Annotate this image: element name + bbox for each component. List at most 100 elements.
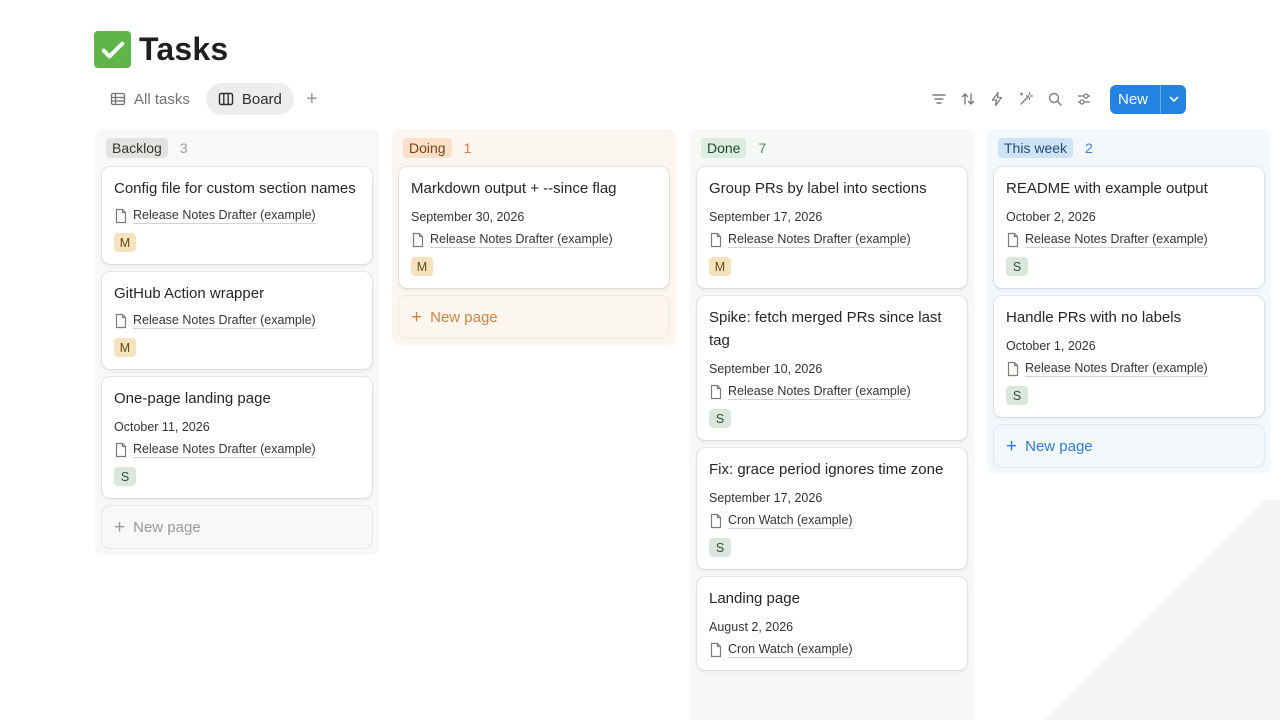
page-title: Tasks — [139, 31, 229, 67]
card-project[interactable]: Release Notes Drafter (example) — [114, 313, 360, 329]
view-tabs: All tasks Board + — [98, 83, 326, 115]
plus-icon: + — [114, 516, 126, 538]
card-date: September 17, 2026 — [709, 491, 823, 505]
column-count: 3 — [179, 140, 188, 156]
task-card[interactable]: Handle PRs with no labels October 1, 202… — [994, 296, 1264, 417]
card-title: Group PRs by label into sections — [709, 180, 927, 197]
card-title: Landing page — [709, 590, 800, 607]
tab-board[interactable]: Board — [205, 83, 294, 115]
avatar: S — [709, 409, 731, 428]
search-icon[interactable] — [1044, 84, 1067, 114]
column-header[interactable]: Backlog 3 — [102, 129, 372, 167]
card-project[interactable]: Cron Watch (example) — [709, 642, 955, 658]
page-icon — [710, 513, 722, 529]
new-dropdown-button[interactable] — [1160, 84, 1186, 114]
new-page-button[interactable]: + New page — [994, 425, 1264, 467]
card-title: One-page landing page — [114, 390, 271, 407]
task-card[interactable]: Landing page August 2, 2026 Cron Watch (… — [697, 577, 967, 670]
page-icon — [115, 442, 127, 458]
board-icon — [218, 92, 234, 106]
tab-label: Board — [241, 90, 282, 108]
new-page-button[interactable]: + New page — [102, 506, 372, 548]
project-name: Release Notes Drafter (example) — [133, 442, 316, 458]
task-card[interactable]: README with example output October 2, 20… — [994, 167, 1264, 288]
project-name: Release Notes Drafter (example) — [728, 384, 911, 400]
project-name: Cron Watch (example) — [728, 513, 853, 529]
card-title: README with example output — [1006, 180, 1208, 197]
tasks-page: Tasks All tasks Board + New Backlog 3 Co… — [0, 0, 1280, 720]
new-page-label: New page — [133, 518, 201, 536]
project-name: Release Notes Drafter (example) — [430, 232, 613, 248]
avatar: S — [709, 538, 731, 557]
new-button[interactable]: New — [1110, 85, 1160, 114]
status-badge: Backlog — [106, 138, 168, 158]
filter-icon[interactable] — [928, 84, 951, 114]
card-date: September 17, 2026 — [709, 210, 823, 224]
project-name: Release Notes Drafter (example) — [133, 208, 316, 224]
card-date: September 30, 2026 — [411, 210, 525, 224]
avatar: S — [114, 467, 136, 486]
card-project[interactable]: Release Notes Drafter (example) — [709, 384, 955, 400]
tab-all-tasks[interactable]: All tasks — [98, 83, 202, 115]
card-title: Fix: grace period ignores time zone — [709, 461, 944, 478]
column-done: Done 7 Group PRs by label into sections … — [690, 129, 974, 720]
ai-icon[interactable] — [1015, 84, 1038, 114]
card-date: September 10, 2026 — [709, 362, 823, 376]
page-icon — [1007, 361, 1019, 377]
avatar: M — [411, 257, 433, 276]
card-date: October 11, 2026 — [114, 420, 210, 434]
status-badge: This week — [998, 138, 1074, 158]
new-button-group: New — [1109, 84, 1186, 114]
tab-label: All tasks — [134, 90, 190, 108]
background-decoration — [1030, 500, 1280, 720]
avatar: S — [1006, 386, 1028, 405]
page-icon — [710, 232, 722, 248]
card-project[interactable]: Release Notes Drafter (example) — [411, 232, 657, 248]
column-this-week: This week 2 README with example output O… — [987, 129, 1271, 474]
column-header[interactable]: This week 2 — [994, 129, 1264, 167]
task-card[interactable]: Config file for custom section names Rel… — [102, 167, 372, 264]
page-icon — [710, 642, 722, 658]
database-toolbar: New — [928, 84, 1186, 114]
page-icon — [412, 232, 424, 248]
add-view-button[interactable]: + — [298, 85, 326, 113]
status-badge: Doing — [403, 138, 452, 158]
card-project[interactable]: Release Notes Drafter (example) — [709, 232, 955, 248]
card-date: October 2, 2026 — [1006, 210, 1096, 224]
column-count: 1 — [463, 140, 472, 156]
task-card[interactable]: GitHub Action wrapper Release Notes Draf… — [102, 272, 372, 369]
column-header[interactable]: Done 7 — [697, 129, 967, 167]
new-page-label: New page — [430, 308, 498, 326]
task-card[interactable]: Markdown output + --since flag September… — [399, 167, 669, 288]
column-header[interactable]: Doing 1 — [399, 129, 669, 167]
new-page-button[interactable]: + New page — [399, 296, 669, 338]
card-title: GitHub Action wrapper — [114, 285, 265, 302]
card-title: Spike: fetch merged PRs since last tag — [709, 309, 942, 349]
card-title: Markdown output + --since flag — [411, 180, 617, 197]
column-count: 7 — [758, 140, 767, 156]
check-mark-icon[interactable] — [94, 31, 131, 68]
task-card[interactable]: Spike: fetch merged PRs since last tag S… — [697, 296, 967, 440]
card-project[interactable]: Release Notes Drafter (example) — [1006, 361, 1252, 377]
card-date: October 1, 2026 — [1006, 339, 1096, 353]
card-project[interactable]: Cron Watch (example) — [709, 513, 955, 529]
card-project[interactable]: Release Notes Drafter (example) — [1006, 232, 1252, 248]
card-title: Config file for custom section names — [114, 180, 356, 197]
task-card[interactable]: Group PRs by label into sections Septemb… — [697, 167, 967, 288]
project-name: Release Notes Drafter (example) — [728, 232, 911, 248]
card-title: Handle PRs with no labels — [1006, 309, 1182, 326]
plus-icon: + — [411, 306, 423, 328]
settings-icon[interactable] — [1073, 84, 1096, 114]
column-backlog: Backlog 3 Config file for custom section… — [95, 129, 379, 555]
card-project[interactable]: Release Notes Drafter (example) — [114, 208, 360, 224]
column-count: 2 — [1085, 140, 1093, 156]
page-icon — [115, 208, 127, 224]
task-card[interactable]: Fix: grace period ignores time zone Sept… — [697, 448, 967, 569]
page-icon — [1007, 232, 1019, 248]
automation-icon[interactable] — [986, 84, 1009, 114]
table-icon — [110, 92, 126, 106]
card-project[interactable]: Release Notes Drafter (example) — [114, 442, 360, 458]
sort-icon[interactable] — [957, 84, 980, 114]
page-icon — [710, 384, 722, 400]
task-card[interactable]: One-page landing page October 11, 2026 R… — [102, 377, 372, 498]
